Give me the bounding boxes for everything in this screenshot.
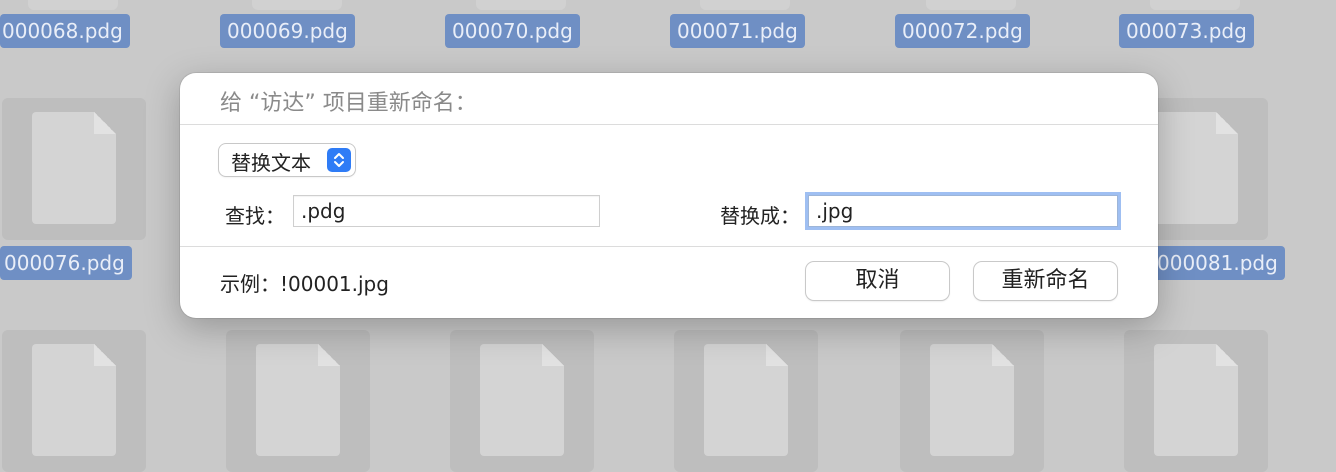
- example-text: 示例：!00001.jpg: [220, 272, 389, 296]
- document-icon: [1154, 344, 1238, 456]
- file-icon[interactable]: [926, 0, 1016, 10]
- file-icon[interactable]: [1150, 0, 1240, 10]
- rename-dialog: 给 “访达” 项目重新命名： 替换文本 查找： .pdg 替换成： .jpg 示…: [180, 73, 1158, 318]
- file-label[interactable]: 000081.pdg: [1150, 246, 1285, 280]
- rename-button[interactable]: 重新命名: [974, 262, 1117, 300]
- file-tile[interactable]: [450, 330, 594, 472]
- document-icon: [256, 344, 340, 456]
- rename-mode-popup[interactable]: 替换文本: [219, 144, 355, 176]
- document-icon: [704, 344, 788, 456]
- file-icon[interactable]: [700, 0, 790, 10]
- document-icon: [930, 344, 1014, 456]
- replace-input[interactable]: .jpg: [808, 195, 1118, 227]
- file-tile[interactable]: [226, 330, 370, 472]
- find-label: 查找：: [225, 204, 285, 228]
- divider: [180, 246, 1158, 247]
- cancel-button[interactable]: 取消: [806, 262, 949, 300]
- file-icon[interactable]: [476, 0, 566, 10]
- file-label[interactable]: 000072.pdg: [895, 14, 1030, 48]
- document-icon: [32, 112, 116, 224]
- find-input[interactable]: .pdg: [293, 195, 600, 227]
- file-tile[interactable]: [2, 98, 146, 240]
- document-icon: [480, 344, 564, 456]
- file-label[interactable]: 000071.pdg: [670, 14, 805, 48]
- replace-label: 替换成：: [720, 204, 800, 228]
- document-icon: [32, 344, 116, 456]
- divider: [180, 124, 1158, 125]
- chevron-up-down-icon: [327, 148, 351, 172]
- file-label[interactable]: 000068.pdg: [0, 14, 130, 48]
- file-icon[interactable]: [28, 0, 118, 10]
- file-tile[interactable]: [674, 330, 818, 472]
- file-icon[interactable]: [252, 0, 342, 10]
- rename-mode-label: 替换文本: [231, 151, 311, 175]
- document-icon: [1154, 112, 1238, 224]
- file-tile[interactable]: [900, 330, 1044, 472]
- file-label[interactable]: 000070.pdg: [445, 14, 580, 48]
- dialog-title: 给 “访达” 项目重新命名：: [220, 91, 477, 116]
- file-tile[interactable]: [1124, 330, 1268, 472]
- file-label[interactable]: 000073.pdg: [1119, 14, 1254, 48]
- file-label[interactable]: 000069.pdg: [220, 14, 355, 48]
- file-label[interactable]: 000076.pdg: [0, 246, 132, 280]
- file-tile[interactable]: [2, 330, 146, 472]
